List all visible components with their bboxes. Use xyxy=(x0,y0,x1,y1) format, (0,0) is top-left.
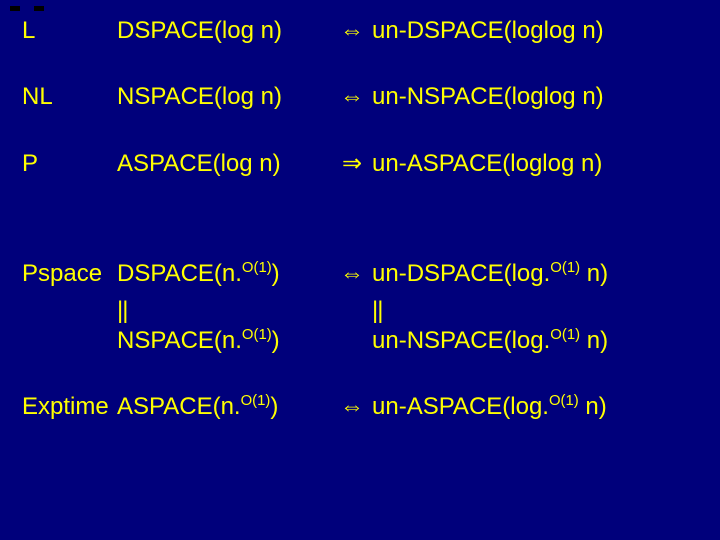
defn-right: un-NSPACE(loglog n) xyxy=(372,84,720,110)
relation-arrow: ⇔ xyxy=(332,84,372,110)
row-NL: NL NSPACE(log n) ⇔ un-NSPACE(loglog n) xyxy=(22,84,702,110)
defn-left: NSPACE(log n) xyxy=(117,84,332,110)
defn-right: un-ASPACE(loglog n) xyxy=(372,151,720,177)
relation-arrow: ⇔ xyxy=(332,394,372,420)
decorative-marks xyxy=(10,6,44,11)
defn-right: un-DSPACE(log.O(1) n) xyxy=(372,261,720,287)
equals-bars-right: || xyxy=(372,298,720,324)
class-label: P xyxy=(22,151,117,177)
row-L: L DSPACE(log n) ⇔ un-DSPACE(loglog n) xyxy=(22,18,702,44)
row-Pspace-2: NSPACE(n.O(1)) un-NSPACE(log.O(1) n) xyxy=(22,328,702,354)
row-P: P ASPACE(log n) ⇒ un-ASPACE(loglog n) xyxy=(22,151,702,177)
defn-left-2: NSPACE(n.O(1)) xyxy=(117,328,332,354)
relation-arrow: ⇔ xyxy=(332,18,372,44)
row-Pspace-1: Pspace DSPACE(n.O(1)) ⇔ un-DSPACE(log.O(… xyxy=(22,261,702,287)
row-Exptime: Exptime ASPACE(n.O(1)) ⇔ un-ASPACE(log.O… xyxy=(22,394,702,420)
defn-left: ASPACE(n.O(1)) xyxy=(117,394,332,420)
slide-body: L DSPACE(log n) ⇔ un-DSPACE(loglog n) NL… xyxy=(0,0,720,439)
relation-arrow: ⇔ xyxy=(332,261,372,287)
defn-right: un-DSPACE(loglog n) xyxy=(372,18,720,44)
defn-left: DSPACE(n.O(1)) xyxy=(117,261,332,287)
class-label: Pspace xyxy=(22,261,117,287)
row-Pspace-bars: || || xyxy=(22,298,702,324)
defn-right: un-ASPACE(log.O(1) n) xyxy=(372,394,720,420)
class-label: Exptime xyxy=(22,394,117,420)
class-label: L xyxy=(22,18,117,44)
defn-right-2: un-NSPACE(log.O(1) n) xyxy=(372,328,720,354)
defn-left: ASPACE(log n) xyxy=(117,151,332,177)
defn-left: DSPACE(log n) xyxy=(117,18,332,44)
class-label: NL xyxy=(22,84,117,110)
relation-arrow: ⇒ xyxy=(332,151,372,177)
equals-bars-left: || xyxy=(117,298,332,324)
